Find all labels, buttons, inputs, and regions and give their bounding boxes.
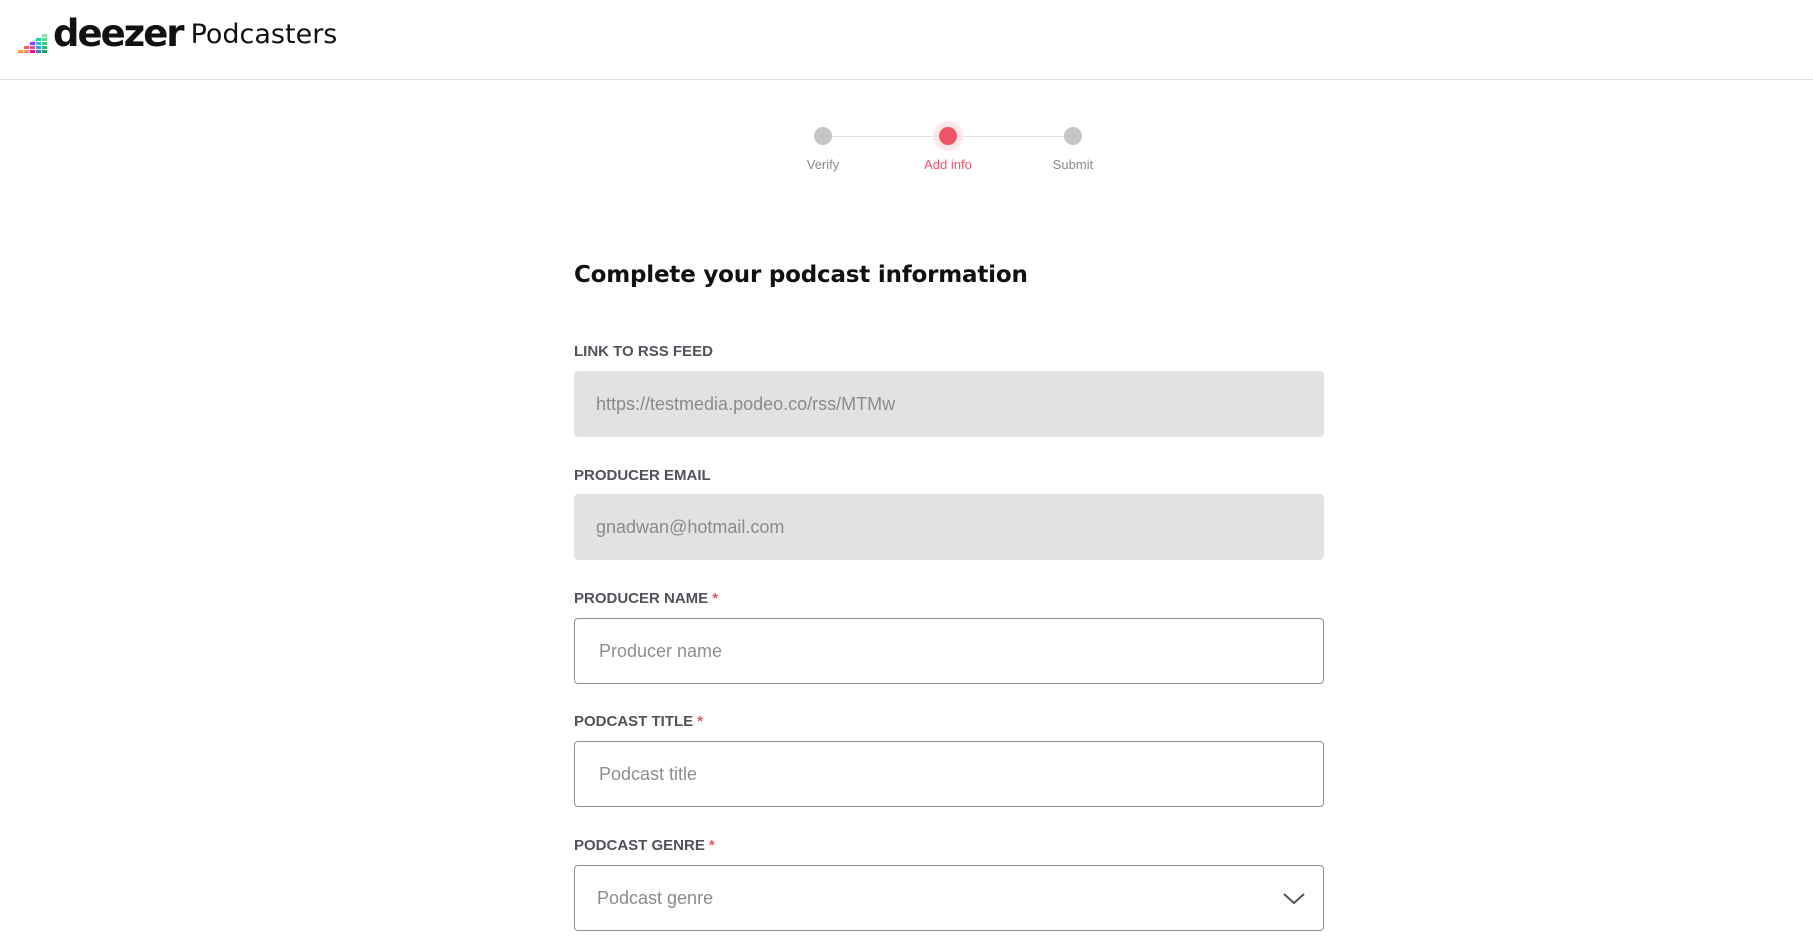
chevron-down-icon[interactable]: [1283, 890, 1305, 911]
podcast-genre-label: PODCAST GENRE *: [574, 837, 715, 854]
podcast-genre-select[interactable]: Podcast genre: [574, 865, 1324, 931]
step-label-add-info: Add info: [924, 157, 972, 172]
rss-feed-value: https://testmedia.podeo.co/rss/MTMw: [596, 393, 896, 414]
required-marker: *: [697, 713, 704, 730]
podcast-genre-placeholder: Podcast genre: [597, 887, 714, 908]
podcast-title-input[interactable]: [597, 762, 1301, 786]
podcast-title-label: PODCAST TITLE *: [574, 713, 703, 730]
step-label-verify: Verify: [806, 157, 840, 172]
producer-email-field: gnadwan@hotmail.com: [574, 494, 1324, 560]
required-marker: *: [712, 590, 719, 607]
rss-feed-label: LINK TO RSS FEED: [574, 343, 713, 360]
required-marker: *: [708, 837, 715, 854]
producer-name-label-text: PRODUCER NAME: [574, 590, 709, 607]
progress-stepper: Verify Add info Submit: [0, 0, 1813, 200]
podcast-info-form: Complete your podcast information LINK T…: [574, 262, 1324, 931]
podcast-title-field[interactable]: [574, 741, 1324, 807]
rss-feed-label-text: LINK TO RSS FEED: [574, 343, 713, 360]
step-label-submit: Submit: [1052, 157, 1094, 172]
producer-name-label: PRODUCER NAME *: [574, 590, 718, 607]
stepper-connector: [821, 136, 945, 137]
producer-email-label: PRODUCER EMAIL: [574, 467, 711, 484]
podcast-title-label-text: PODCAST TITLE: [574, 713, 694, 730]
producer-email-label-text: PRODUCER EMAIL: [574, 467, 711, 484]
podcast-genre-label-text: PODCAST GENRE: [574, 837, 705, 854]
step-dot-submit: [1064, 127, 1082, 145]
producer-name-field[interactable]: [574, 618, 1324, 684]
step-dot-verify: [814, 127, 832, 145]
form-title: Complete your podcast information: [574, 262, 1028, 288]
producer-email-value: gnadwan@hotmail.com: [596, 516, 785, 537]
stepper-connector: [946, 136, 1070, 137]
producer-name-input[interactable]: [597, 639, 1301, 663]
step-dot-add-info: [939, 127, 957, 145]
rss-feed-field: https://testmedia.podeo.co/rss/MTMw: [574, 371, 1324, 437]
